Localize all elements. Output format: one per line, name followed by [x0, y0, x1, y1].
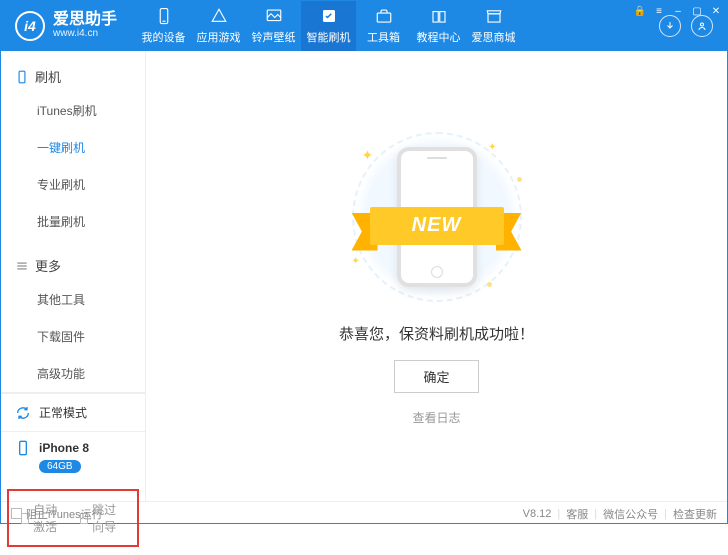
checkbox-block-itunes[interactable]: 阻止iTunes运行 — [11, 506, 103, 522]
book-icon — [430, 7, 448, 25]
nav-label: 爱思商城 — [472, 29, 516, 45]
nav-tutorials[interactable]: 教程中心 — [411, 1, 466, 51]
sidebar-item-download-fw[interactable]: 下载固件 — [1, 318, 145, 355]
success-message: 恭喜您，保资料刷机成功啦！ — [339, 323, 534, 344]
sidebar-item-itunes[interactable]: iTunes刷机 — [1, 92, 145, 129]
window-controls: 🔒 ≡ – ▢ ✕ — [631, 3, 725, 19]
top-nav: 我的设备 应用游戏 铃声壁纸 智能刷机 工具箱 教程中心 爱思商城 — [136, 1, 645, 51]
sidebar-item-pro[interactable]: 专业刷机 — [1, 166, 145, 203]
checkbox-icon — [11, 508, 22, 519]
toolbox-icon — [375, 7, 393, 25]
device-block: iPhone 8 64GB — [1, 431, 145, 481]
footer-right: V8.12 | 客服 | 微信公众号 | 检查更新 — [523, 506, 717, 522]
header-bar: i4 爱思助手 www.i4.cn 我的设备 应用游戏 铃声壁纸 智能刷机 工具… — [1, 1, 727, 51]
logo-icon: i4 — [15, 11, 45, 41]
sidebar-bottom: 正常模式 iPhone 8 64GB 自动激活 跳过向导 — [1, 392, 145, 555]
sidebar-item-advanced[interactable]: 高级功能 — [1, 355, 145, 392]
nav-store[interactable]: 爱思商城 — [466, 1, 521, 51]
ribbon: NEW — [352, 207, 522, 251]
sidebar-head-flash: 刷机 — [1, 61, 145, 92]
view-log-link[interactable]: 查看日志 — [412, 409, 460, 426]
apps-icon — [210, 7, 228, 25]
main-content: ✦ ✦ ✦ NEW 恭喜您，保资料刷机成功啦！ 确定 查看日志 — [146, 51, 727, 501]
flash-icon — [320, 7, 338, 25]
menu-icon[interactable]: ≡ — [650, 3, 668, 19]
nav-label: 铃声壁纸 — [252, 29, 296, 45]
wallpaper-icon — [265, 7, 283, 25]
nav-label: 教程中心 — [417, 29, 461, 45]
nav-apps[interactable]: 应用游戏 — [191, 1, 246, 51]
wechat-link[interactable]: 微信公众号 — [603, 506, 658, 522]
sidebar: 刷机 iTunes刷机 一键刷机 专业刷机 批量刷机 更多 其他工具 下载固件 … — [1, 51, 146, 501]
sidebar-item-other-tools[interactable]: 其他工具 — [1, 281, 145, 318]
nav-label: 智能刷机 — [307, 29, 351, 45]
brand-name: 爱思助手 — [53, 12, 117, 28]
maximize-button[interactable]: ▢ — [688, 3, 706, 19]
storage-badge: 64GB — [39, 460, 81, 473]
store-icon — [485, 7, 503, 25]
version-label: V8.12 — [523, 508, 552, 520]
phone-icon — [15, 440, 31, 456]
brand-url: www.i4.cn — [53, 28, 117, 40]
status-label: 正常模式 — [39, 404, 87, 421]
lock-icon[interactable]: 🔒 — [631, 3, 649, 19]
logo: i4 爱思助手 www.i4.cn — [1, 11, 136, 41]
refresh-icon — [15, 405, 31, 421]
download-icon — [664, 20, 676, 32]
close-button[interactable]: ✕ — [707, 3, 725, 19]
update-link[interactable]: 检查更新 — [673, 506, 717, 522]
body: 刷机 iTunes刷机 一键刷机 专业刷机 批量刷机 更多 其他工具 下载固件 … — [1, 51, 727, 501]
device-icon — [15, 70, 29, 84]
nav-ringtones[interactable]: 铃声壁纸 — [246, 1, 301, 51]
user-icon — [696, 20, 708, 32]
sidebar-item-batch[interactable]: 批量刷机 — [1, 203, 145, 240]
nav-label: 我的设备 — [142, 29, 186, 45]
nav-toolbox[interactable]: 工具箱 — [356, 1, 411, 51]
nav-my-device[interactable]: 我的设备 — [136, 1, 191, 51]
sidebar-item-oneclick[interactable]: 一键刷机 — [1, 129, 145, 166]
nav-label: 应用游戏 — [197, 29, 241, 45]
success-illustration: ✦ ✦ ✦ NEW — [322, 127, 552, 307]
more-icon — [15, 259, 29, 273]
ribbon-text: NEW — [370, 207, 504, 245]
nav-label: 工具箱 — [367, 29, 400, 45]
sidebar-head-more: 更多 — [1, 250, 145, 281]
checkbox-label: 阻止iTunes运行 — [26, 506, 103, 522]
nav-flash[interactable]: 智能刷机 — [301, 1, 356, 51]
sidebar-group-flash: 刷机 iTunes刷机 一键刷机 专业刷机 批量刷机 — [1, 51, 145, 240]
minimize-button[interactable]: – — [669, 3, 687, 19]
ok-button[interactable]: 确定 — [394, 360, 478, 393]
sidebar-group-more: 更多 其他工具 下载固件 高级功能 — [1, 240, 145, 392]
device-status: 正常模式 — [1, 393, 145, 431]
service-link[interactable]: 客服 — [566, 506, 588, 522]
device-icon — [155, 7, 173, 25]
device-name: iPhone 8 — [15, 440, 131, 456]
